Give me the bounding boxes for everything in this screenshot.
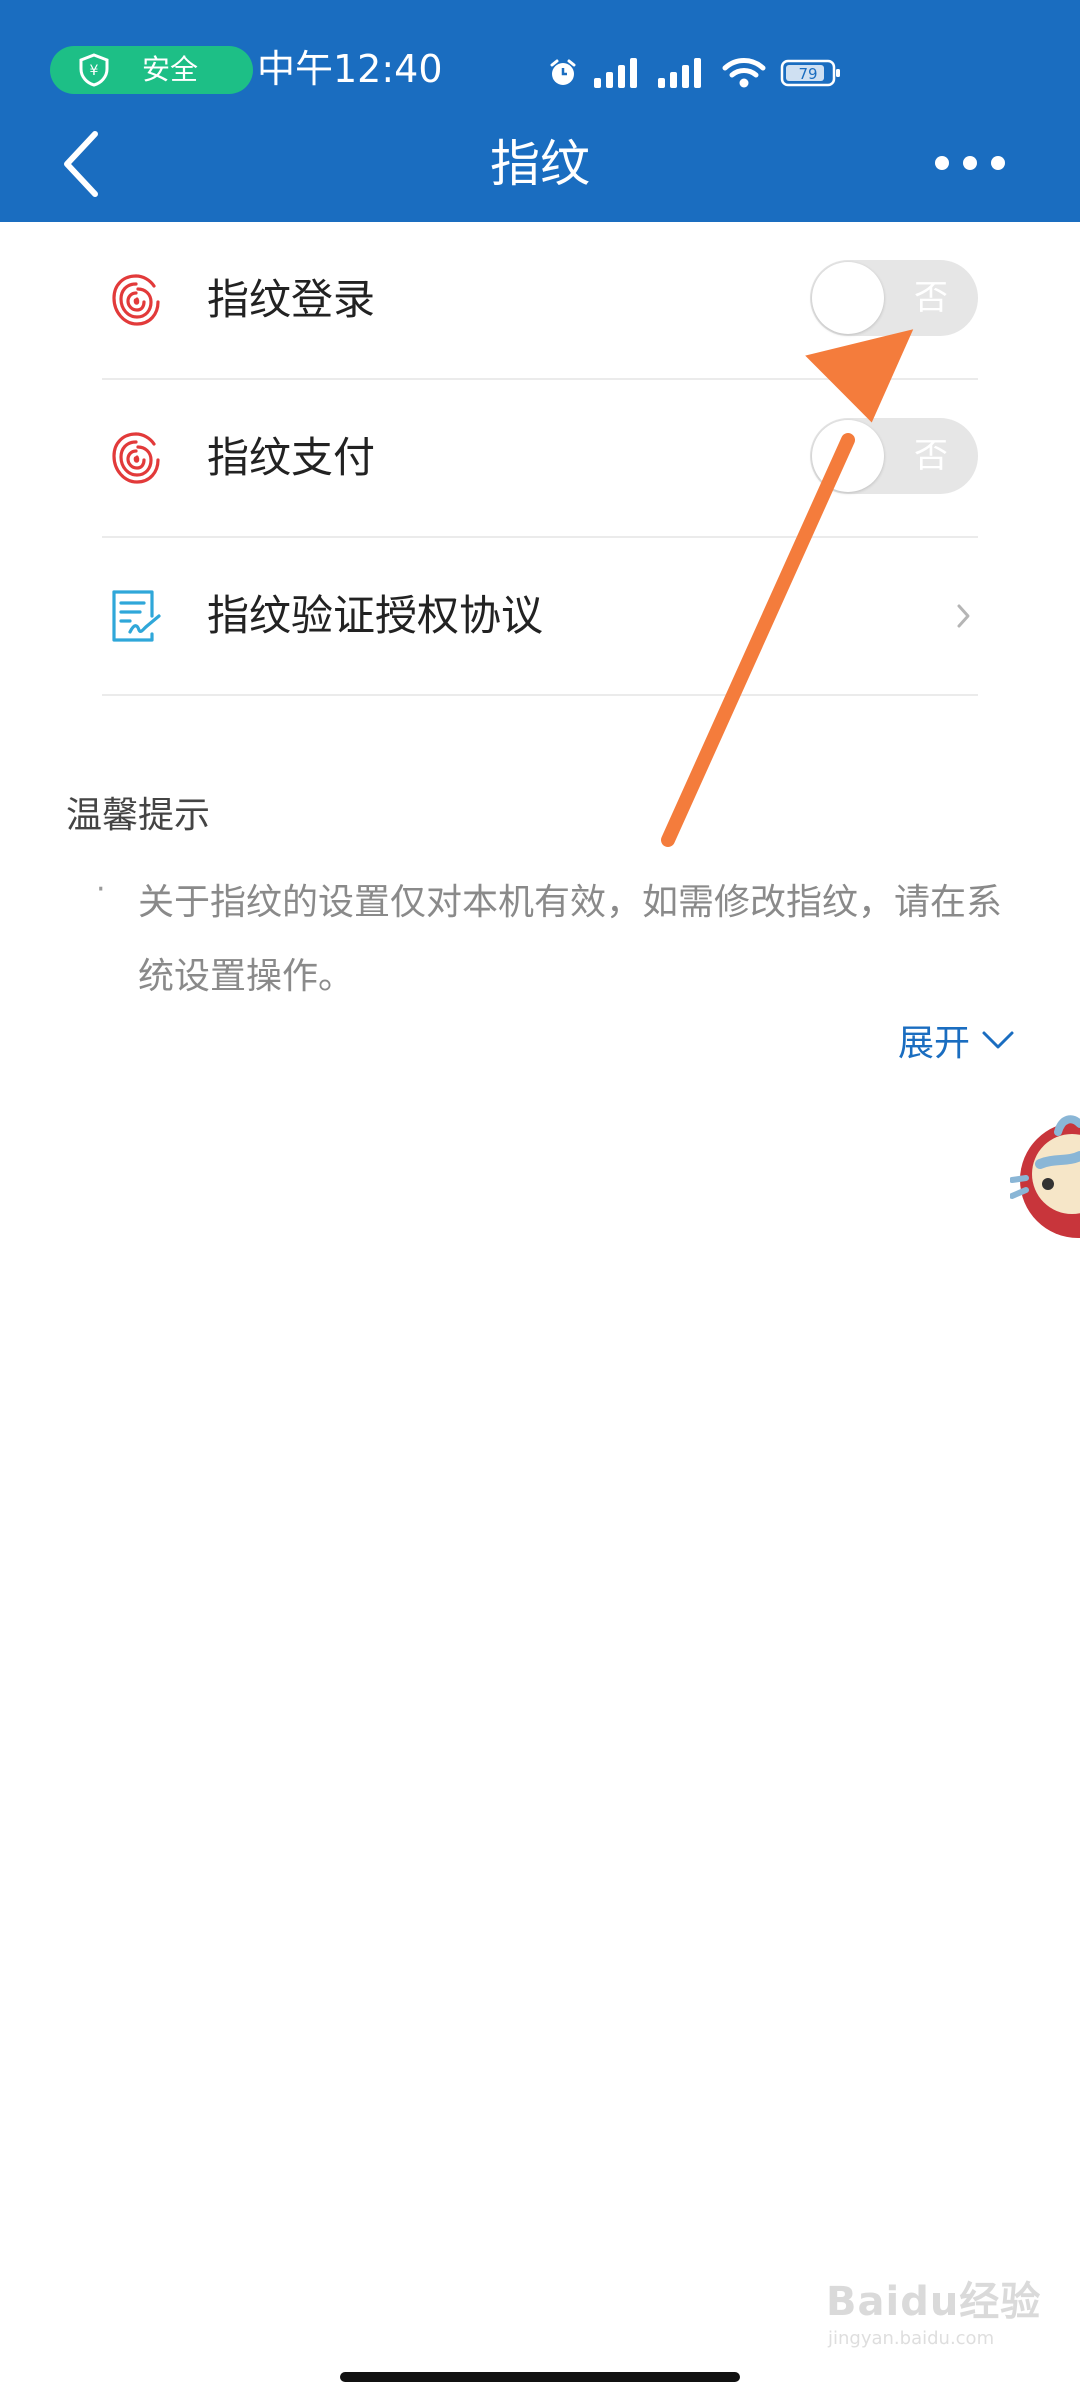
toggle-knob xyxy=(812,420,884,492)
fingerprint-icon xyxy=(112,274,160,326)
baidu-watermark: Baidu经验 jingyan.baidu.com xyxy=(826,2274,1066,2364)
shield-icon: ¥ xyxy=(79,53,109,87)
security-badge[interactable]: ¥ 安全 xyxy=(50,46,253,94)
watermark-sub: jingyan.baidu.com xyxy=(828,2328,995,2349)
more-options-button[interactable] xyxy=(930,138,1010,188)
signal-icon-1 xyxy=(594,58,637,88)
fingerprint-payment-toggle[interactable]: 否 xyxy=(810,418,978,494)
fingerprint-login-label: 指纹登录 xyxy=(207,275,376,324)
chevron-down-icon xyxy=(982,1031,1014,1049)
toggle-knob xyxy=(812,262,884,334)
tips-bullet: · xyxy=(96,872,106,907)
toggle-state-label: 否 xyxy=(914,278,948,318)
tips-text: 关于指纹的设置仅对本机有效，如需修改指纹，请在系统设置操作。 xyxy=(138,882,1003,997)
toggle-state-label: 否 xyxy=(914,436,948,476)
battery-level: 79 xyxy=(798,65,817,83)
wifi-icon xyxy=(722,58,766,88)
fingerprint-agreement-row[interactable]: 指纹验证授权协议 xyxy=(102,538,978,696)
home-indicator[interactable] xyxy=(340,2372,740,2382)
signal-icon-2 xyxy=(658,58,701,88)
fingerprint-payment-row[interactable]: 指纹支付 否 xyxy=(102,380,978,538)
alarm-icon xyxy=(550,59,576,85)
expand-link[interactable]: 展开 xyxy=(898,1016,1014,1072)
tips-title: 温馨提示 xyxy=(66,795,211,836)
fingerprint-agreement-label: 指纹验证授权协议 xyxy=(207,591,544,640)
fingerprint-login-row[interactable]: 指纹登录 否 xyxy=(102,222,978,380)
fingerprint-login-toggle[interactable]: 否 xyxy=(810,260,978,336)
fingerprint-icon xyxy=(112,432,160,484)
security-label: 安全 xyxy=(142,53,199,86)
floating-mascot-icon[interactable] xyxy=(1010,1110,1080,1250)
document-sign-icon xyxy=(112,590,161,642)
expand-label: 展开 xyxy=(898,1023,971,1064)
app-header: ¥ 安全 中午12:40 79 指纹 xyxy=(0,0,1080,222)
status-time: 中午12:40 xyxy=(257,47,443,91)
svg-text:¥: ¥ xyxy=(90,63,99,79)
navigation-bar: 指纹 xyxy=(0,118,1080,222)
fingerprint-payment-label: 指纹支付 xyxy=(207,433,376,482)
chevron-right-icon xyxy=(957,604,970,628)
watermark-main: Baidu经验 xyxy=(826,2279,1042,2325)
battery-icon: 79 xyxy=(780,59,840,87)
status-bar: ¥ 安全 中午12:40 79 xyxy=(0,0,1080,130)
page-title: 指纹 xyxy=(490,135,590,193)
